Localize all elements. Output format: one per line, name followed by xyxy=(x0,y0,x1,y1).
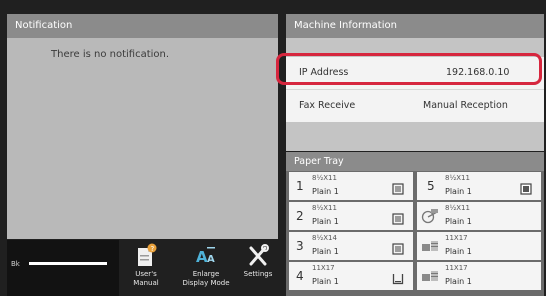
settings-tools-icon xyxy=(238,242,278,270)
fax-receive-label: Fax Receive xyxy=(299,100,356,111)
fax-receive-value: Manual Reception xyxy=(423,100,508,111)
enlarge-text-icon: A A xyxy=(178,242,234,270)
tray-paper-type: Plain 1 xyxy=(445,277,472,286)
fax-receive-row: Fax Receive Manual Reception xyxy=(286,89,544,122)
svg-text:A: A xyxy=(207,254,215,265)
home-screen: Notification There is no notification. B… xyxy=(0,0,546,296)
large-capacity-tray-1[interactable]: 11X17 Plain 1 xyxy=(417,232,541,260)
tray-3[interactable]: 3 8½X14 Plain 1 xyxy=(289,232,413,260)
tray-icon xyxy=(392,210,404,229)
tray-icon xyxy=(392,180,404,199)
machine-information-title: Machine Information xyxy=(286,14,544,38)
tray-low-icon xyxy=(392,270,404,289)
tray-paper-type: Plain 1 xyxy=(445,187,472,196)
tray-icon xyxy=(520,180,532,199)
users-manual-label-1: User's xyxy=(135,270,157,278)
bypass-tray[interactable]: 8½X11 Plain 1 xyxy=(417,202,541,230)
notification-panel: Notification There is no notification. xyxy=(7,14,278,239)
settings-label: Settings xyxy=(243,270,273,278)
tray-paper-size: 8½X11 xyxy=(312,174,337,182)
toner-status[interactable]: Bk xyxy=(7,240,119,296)
tray-number: 2 xyxy=(296,209,304,223)
settings-button[interactable]: Settings xyxy=(238,240,278,296)
tray-paper-type: Plain 1 xyxy=(312,247,339,256)
tray-number: 1 xyxy=(296,179,304,193)
tray-paper-size: 8½X11 xyxy=(312,204,337,212)
tray-paper-size: 11X17 xyxy=(312,264,335,272)
tray-4[interactable]: 4 11X17 Plain 1 xyxy=(289,262,413,290)
tray-paper-size: 8½X11 xyxy=(445,174,470,182)
tray-paper-type: Plain 1 xyxy=(312,277,339,286)
large-capacity-tray-icon xyxy=(420,238,440,258)
users-manual-icon: ? xyxy=(124,242,168,270)
notification-title: Notification xyxy=(7,14,278,38)
tray-paper-size: 8½X11 xyxy=(445,204,470,212)
enlarge-label-1: Enlarge xyxy=(192,270,220,278)
tray-paper-size: 11X17 xyxy=(445,234,468,242)
tray-paper-type: Plain 1 xyxy=(445,217,472,226)
users-manual-button[interactable]: ? User's Manual xyxy=(124,240,168,296)
tray-paper-size: 8½X14 xyxy=(312,234,337,242)
tray-paper-type: Plain 1 xyxy=(312,217,339,226)
users-manual-label-2: Manual xyxy=(133,279,159,287)
tray-2[interactable]: 2 8½X11 Plain 1 xyxy=(289,202,413,230)
tray-paper-size: 11X17 xyxy=(445,264,468,272)
tray-paper-type: Plain 1 xyxy=(312,187,339,196)
enlarge-display-mode-button[interactable]: A A Enlarge Display Mode xyxy=(178,240,234,296)
tray-1[interactable]: 1 8½X11 Plain 1 xyxy=(289,172,413,200)
notification-message: There is no notification. xyxy=(51,49,170,60)
tray-5[interactable]: 5 8½X11 Plain 1 xyxy=(417,172,541,200)
toner-level-bar xyxy=(29,262,107,265)
tray-number: 5 xyxy=(427,179,435,193)
tray-icon xyxy=(392,240,404,259)
tray-number: 3 xyxy=(296,239,304,253)
large-capacity-tray-2[interactable]: 11X17 Plain 1 xyxy=(417,262,541,290)
enlarge-label-2: Display Mode xyxy=(182,279,230,287)
toner-label: Bk xyxy=(11,260,20,268)
ip-address-highlight xyxy=(276,53,542,85)
paper-tray-panel: Paper Tray 1 8½X11 Plain 1 2 8½X11 Plain… xyxy=(286,152,544,296)
tray-paper-type: Plain 1 xyxy=(445,247,472,256)
svg-text:?: ? xyxy=(151,245,155,253)
paper-tray-title: Paper Tray xyxy=(286,152,544,171)
tray-number: 4 xyxy=(296,269,304,283)
bypass-tray-icon xyxy=(420,208,440,228)
large-capacity-tray-icon xyxy=(420,268,440,288)
